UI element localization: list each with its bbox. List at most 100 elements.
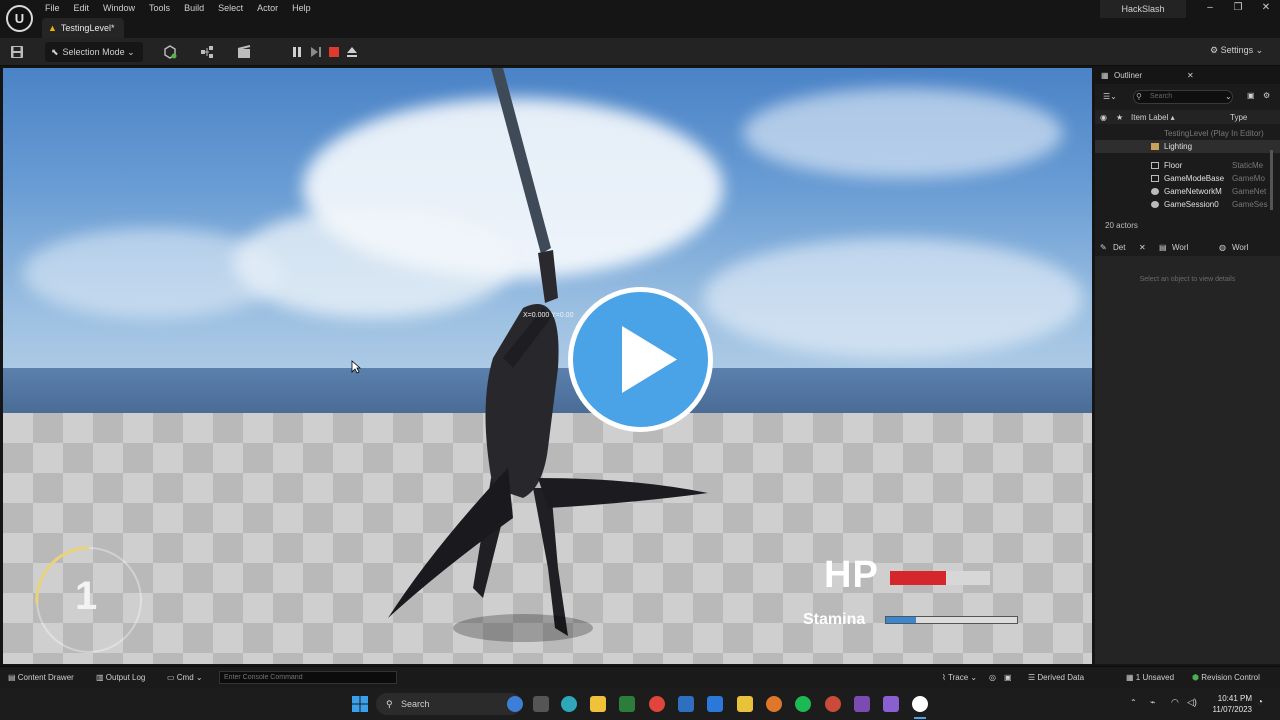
blender-icon[interactable] (766, 696, 782, 712)
tab-world-settings[interactable]: Worl (1172, 243, 1188, 252)
outliner-scrollbar[interactable] (1270, 150, 1273, 210)
step-icon[interactable] (309, 45, 323, 59)
add-actor-icon[interactable] (163, 45, 177, 59)
outliner-row[interactable]: TestingLevel (Play In Editor) (1095, 127, 1280, 140)
eject-icon[interactable] (345, 45, 359, 59)
chrome-profile-icon[interactable] (825, 696, 841, 712)
content-drawer-button[interactable]: ▤ Content Drawer (8, 673, 74, 682)
app-icon[interactable] (854, 696, 870, 712)
notes-icon[interactable] (737, 696, 753, 712)
details-close-icon[interactable]: ✕ (1139, 243, 1146, 252)
notification-icon[interactable]: ◔ (1257, 697, 1263, 708)
outliner-header: ▦ Outliner ✕ (1095, 68, 1280, 84)
filter-icon[interactable]: ☰⌄ (1103, 92, 1117, 101)
cinematics-icon[interactable] (237, 45, 251, 59)
unreal-engine-icon[interactable] (912, 696, 928, 712)
record-icon[interactable]: ◎ (989, 673, 996, 682)
hp-bar (890, 571, 990, 585)
menu-tools[interactable]: Tools (142, 2, 177, 14)
video-play-button-icon[interactable] (567, 286, 714, 433)
unsaved-icon: ▦ (1126, 673, 1136, 682)
cmd-dropdown[interactable]: ▭ Cmd ⌄ (167, 673, 203, 682)
main-toolbar: ⬉ Selection Mode ⌄ ⚙ Settings ⌄ (0, 38, 1280, 66)
wifi-icon[interactable]: ◠ (1171, 697, 1179, 708)
search-icon: ⚲ (1136, 92, 1142, 101)
cloud (703, 238, 1083, 358)
stop-icon[interactable] (327, 45, 341, 59)
add-folder-icon[interactable]: ▣ (1247, 91, 1255, 100)
outliner-row[interactable]: GameNetworkM GameNet (1095, 185, 1280, 198)
outliner-settings-icon[interactable]: ⚙ (1263, 91, 1270, 100)
visual-studio-icon[interactable] (883, 696, 899, 712)
chrome-icon[interactable] (649, 696, 665, 712)
maximize-icon[interactable]: ❐ (1228, 2, 1248, 13)
outliner-search-input[interactable]: Search (1133, 90, 1233, 104)
status-bar: ▤ Content Drawer ▥ Output Log ▭ Cmd ⌄ ⌇ … (0, 666, 1280, 688)
row-type: GameMo (1232, 174, 1265, 183)
world-tab-icon: ▤ (1159, 243, 1167, 252)
camera-icon[interactable]: ▣ (1004, 673, 1012, 682)
derived-data-button[interactable]: ☰ Derived Data (1028, 673, 1084, 682)
pause-icon[interactable] (290, 45, 304, 59)
system-clock[interactable]: 10:41 PM 11/07/2023 (1206, 693, 1252, 715)
visibility-icon[interactable]: ◉ (1100, 113, 1107, 122)
selection-mode-dropdown[interactable]: ⬉ Selection Mode ⌄ (45, 42, 143, 62)
menu-build[interactable]: Build (177, 2, 211, 14)
tab-details[interactable]: Det (1113, 243, 1125, 252)
windows-start-icon[interactable] (352, 696, 368, 712)
outliner-row[interactable]: GameModeBase GameMo (1095, 172, 1280, 185)
copilot-icon[interactable] (507, 696, 523, 712)
console-command-input[interactable] (219, 671, 397, 684)
outliner-row[interactable]: GameSession0 GameSes (1095, 198, 1280, 211)
outliner-row[interactable]: Lighting (1095, 140, 1280, 153)
column-type[interactable]: Type (1230, 113, 1247, 122)
task-view-icon[interactable] (533, 696, 549, 712)
details-tabs: ✎ Det ✕ ▤ Worl ◍ Worl (1095, 238, 1280, 256)
menu-actor[interactable]: Actor (250, 2, 285, 14)
column-item-label[interactable]: Item Label ▴ (1131, 113, 1175, 122)
save-icon[interactable] (10, 45, 24, 59)
menu-window[interactable]: Window (96, 2, 142, 14)
output-log-icon: ▥ (96, 673, 106, 682)
chevron-up-icon[interactable]: ⌃ (1130, 698, 1137, 707)
outliner-title[interactable]: Outliner (1114, 71, 1142, 80)
settings-button[interactable]: ⚙ Settings ⌄ (1210, 45, 1263, 56)
chevron-down-icon: ⌄ (1253, 45, 1264, 55)
trace-button[interactable]: ⌇ Trace ⌄ (942, 673, 977, 682)
title-bar: U File Edit Window Tools Build Select Ac… (0, 0, 1280, 38)
spotify-icon[interactable] (795, 696, 811, 712)
close-icon[interactable]: ✕ (1256, 2, 1276, 13)
details-tab-icon: ✎ (1100, 243, 1107, 252)
blueprint-icon[interactable] (200, 45, 214, 59)
minimize-icon[interactable]: – (1200, 2, 1220, 13)
menu-file[interactable]: File (38, 2, 67, 14)
store-icon[interactable] (619, 696, 635, 712)
outliner-column-header: ◉ ★ Item Label ▴ Type (1095, 110, 1280, 124)
output-log-button[interactable]: ▥ Output Log (96, 673, 145, 682)
tab-world-partition[interactable]: Worl (1232, 243, 1248, 252)
chevron-down-icon[interactable]: ⌄ (1225, 92, 1232, 101)
outliner-close-icon[interactable]: ✕ (1187, 71, 1194, 80)
outliner-row[interactable]: Floor StaticMe (1095, 159, 1280, 172)
mail-icon[interactable] (678, 696, 694, 712)
project-name: HackSlash (1100, 0, 1186, 18)
taskbar-search[interactable]: Search (376, 693, 522, 715)
menu-select[interactable]: Select (211, 2, 250, 14)
menu-help[interactable]: Help (285, 2, 318, 14)
derived-data-icon: ☰ (1028, 673, 1038, 682)
todo-icon[interactable] (707, 696, 723, 712)
menu-edit[interactable]: Edit (67, 2, 97, 14)
level-viewport[interactable]: X=0.000 Y=0.00 1 HP Stamina (3, 68, 1092, 664)
volume-icon[interactable]: ◁) (1187, 697, 1197, 708)
file-explorer-icon[interactable] (590, 696, 606, 712)
selection-mode-icon: ⬉ (51, 47, 59, 57)
pin-icon[interactable]: ★ (1116, 113, 1123, 122)
revision-control-button[interactable]: ⬢ Revision Control (1192, 673, 1260, 682)
revision-control-label: Revision Control (1201, 673, 1260, 682)
unsaved-button[interactable]: ▦ 1 Unsaved (1126, 673, 1174, 682)
level-tab[interactable]: ▲ TestingLevel* (42, 18, 125, 38)
network-icon[interactable]: ⌁ (1150, 697, 1155, 708)
unreal-logo-icon[interactable]: U (6, 5, 33, 32)
edge-icon[interactable] (561, 696, 577, 712)
globe-icon: ◍ (1219, 243, 1226, 252)
